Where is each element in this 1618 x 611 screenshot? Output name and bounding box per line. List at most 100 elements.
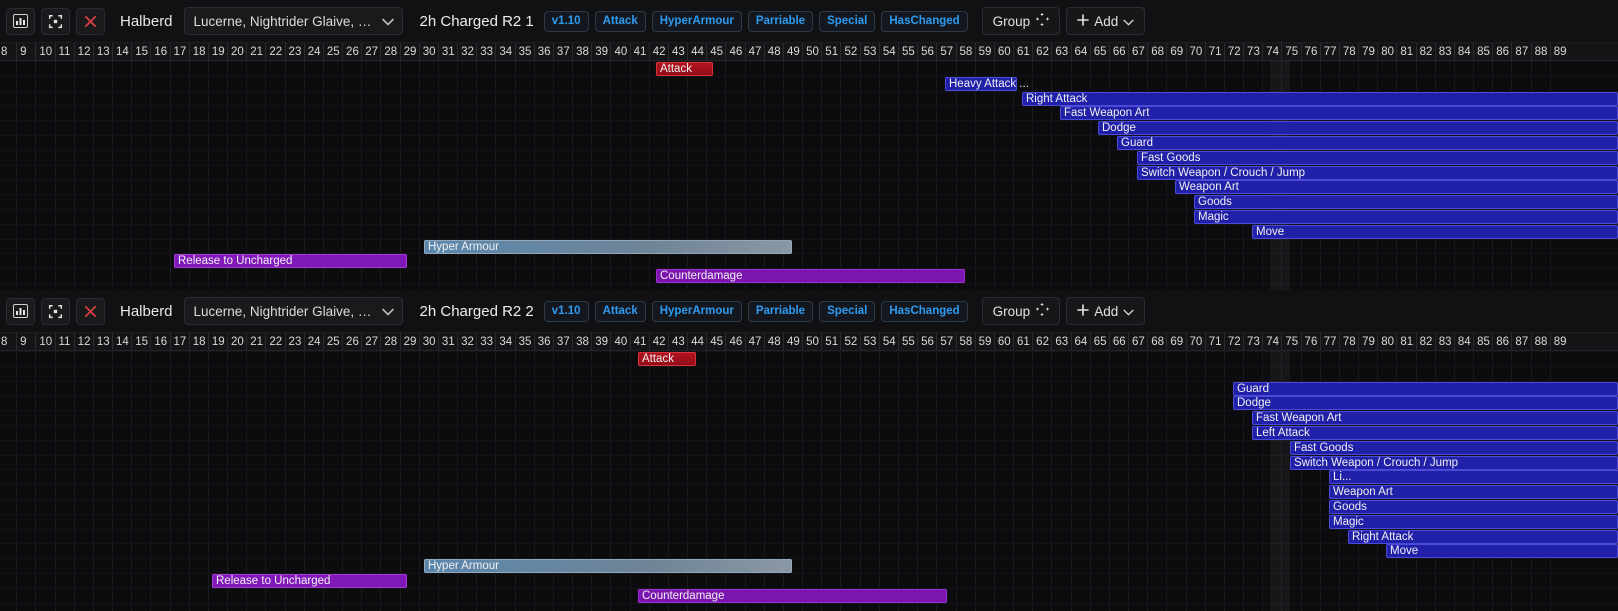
- timeline-bar[interactable]: Weapon Art: [1175, 180, 1618, 195]
- tag-special[interactable]: Special: [819, 10, 876, 32]
- timeline-bar[interactable]: Move: [1386, 544, 1618, 559]
- group-button[interactable]: Group: [981, 7, 1061, 35]
- timeline-bar[interactable]: Attack: [656, 62, 713, 76]
- timeline-bar[interactable]: Switch Weapon / Crouch / Jump: [1137, 165, 1618, 180]
- ruler-tick: 59: [974, 43, 991, 60]
- ruler-tick: 38: [572, 333, 589, 350]
- weapon-select[interactable]: Lucerne, Nightrider Glaive, Gold...: [183, 297, 403, 325]
- timeline-bar[interactable]: Dodge: [1233, 396, 1618, 411]
- tag-haschanged[interactable]: HasChanged: [881, 300, 968, 322]
- timeline-bar-label: Weapon Art: [1333, 486, 1393, 499]
- tag-version[interactable]: v1.10: [543, 10, 589, 32]
- ruler-tick: 33: [476, 333, 493, 350]
- timeline-bar[interactable]: Attack: [638, 352, 696, 366]
- tag-hyperarmour[interactable]: HyperArmour: [651, 300, 742, 322]
- tag-parriable[interactable]: Parriable: [747, 10, 814, 32]
- timeline-bar-label: Fast Goods: [1294, 441, 1354, 454]
- grid-line: [936, 61, 938, 290]
- timeline-bar[interactable]: Weapon Art: [1329, 485, 1618, 500]
- ruler-tick: 72: [1223, 43, 1241, 60]
- ruler-tick: 53: [859, 333, 876, 350]
- timeline-bar[interactable]: Dodge: [1098, 121, 1618, 136]
- timeline-bar-label: Guard: [1237, 382, 1269, 395]
- timeline-bar[interactable]: Release to Uncharged: [174, 254, 407, 269]
- panel-2-tracks[interactable]: Attack Guard Dodge Fast Weapon Art Left Atta…: [0, 351, 1618, 611]
- chart-icon-button[interactable]: [6, 7, 35, 35]
- timeline-bar[interactable]: Magic: [1194, 210, 1618, 224]
- ruler-tick: 87: [1511, 43, 1528, 60]
- timeline-bar[interactable]: Fast Goods: [1290, 440, 1618, 455]
- group-button-label: Group: [992, 13, 1031, 29]
- grid-line: [936, 351, 938, 611]
- group-button[interactable]: Group: [981, 297, 1061, 325]
- weapon-select[interactable]: Lucerne, Nightrider Glaive, Gold...: [183, 7, 403, 35]
- collapse-icon-button[interactable]: [41, 297, 70, 325]
- tag-haschanged[interactable]: HasChanged: [881, 10, 968, 32]
- ruler-tick: 76: [1300, 333, 1317, 350]
- ruler-tick: 9: [16, 43, 27, 60]
- ruler-tick: 88: [1530, 43, 1547, 60]
- grid-line: [207, 351, 209, 611]
- close-icon: [84, 305, 97, 317]
- grid-line: [917, 351, 919, 611]
- timeline-bar[interactable]: Fast Weapon Art: [1060, 106, 1618, 121]
- timeline-bar[interactable]: Heavy Attack ...: [945, 76, 1029, 91]
- ruler-tick: 71: [1204, 43, 1222, 60]
- panel-2-ruler[interactable]: 8 9 10 11 12 13 14 15 16 17 18 19 20 21 22 23 24 25 26 27 28…: [0, 333, 1618, 351]
- timeline-bar[interactable]: Goods: [1194, 195, 1618, 210]
- ruler-tick: 53: [859, 43, 876, 60]
- chart-icon-button[interactable]: [6, 297, 35, 325]
- timeline-bar[interactable]: Goods: [1329, 500, 1618, 514]
- grid-line: [993, 351, 995, 611]
- add-button[interactable]: Add: [1066, 297, 1146, 325]
- add-button[interactable]: Add: [1066, 7, 1146, 35]
- grid-line: [591, 61, 593, 290]
- panel-1-tracks[interactable]: Attack Heavy Attack ... Right Attack Fast W…: [0, 61, 1618, 290]
- timeline-bar[interactable]: Fast Goods: [1137, 150, 1618, 165]
- frame-panel-1: Halberd Lucerne, Nightrider Glaive, Gold…: [0, 0, 1618, 290]
- ruler-tick: 88: [1530, 333, 1547, 350]
- timeline-bar[interactable]: Guard: [1233, 381, 1618, 396]
- ruler-tick: 71: [1204, 333, 1222, 350]
- close-button[interactable]: [76, 7, 105, 35]
- grid-line: [802, 351, 804, 611]
- move-name-label: 2h Charged R2 2: [419, 302, 534, 320]
- plus-icon: [1077, 303, 1090, 319]
- tag-attack[interactable]: Attack: [594, 300, 646, 322]
- timeline-bar[interactable]: Left Attack: [1252, 426, 1618, 440]
- tag-hyperarmour[interactable]: HyperArmour: [651, 10, 742, 32]
- tag-version[interactable]: v1.10: [543, 300, 589, 322]
- grid-line: [303, 351, 305, 611]
- tag-attack[interactable]: Attack: [594, 10, 646, 32]
- tag-special[interactable]: Special: [819, 300, 876, 322]
- timeline-bar[interactable]: Switch Weapon / Crouch / Jump: [1290, 455, 1618, 470]
- timeline-bar[interactable]: Hyper Armour: [424, 239, 792, 254]
- ruler-tick: 51: [821, 43, 838, 60]
- timeline-bar[interactable]: Hyper Armour: [424, 559, 792, 574]
- timeline-bar[interactable]: Guard: [1117, 136, 1618, 150]
- timeline-bar[interactable]: Fast Weapon Art: [1252, 411, 1618, 426]
- timeline-bar[interactable]: Release to Uncharged: [212, 574, 407, 588]
- timeline-bar-label: Li...: [1333, 471, 1352, 484]
- grid-line: [821, 61, 823, 290]
- timeline-bar-label: Dodge: [1237, 397, 1271, 410]
- timeline-bar[interactable]: Counterdamage: [656, 269, 965, 284]
- timeline-bar[interactable]: Li...: [1329, 470, 1618, 485]
- timeline-bar[interactable]: Right Attack: [1022, 91, 1618, 106]
- ruler-tick: 12: [73, 333, 90, 350]
- grid-line: [1089, 351, 1091, 611]
- ruler-tick: 44: [687, 333, 704, 350]
- close-button[interactable]: [76, 297, 105, 325]
- timeline-bar[interactable]: Move: [1252, 224, 1618, 239]
- collapse-icon-button[interactable]: [41, 7, 70, 35]
- timeline-bar[interactable]: Magic: [1329, 514, 1618, 529]
- timeline-bar-label: Goods: [1198, 196, 1232, 209]
- ruler-tick: 34: [495, 333, 512, 350]
- weapon-select-value: Lucerne, Nightrider Glaive, Gold...: [193, 13, 374, 29]
- timeline-bar-label: Switch Weapon / Crouch / Jump: [1141, 166, 1306, 179]
- timeline-bar[interactable]: Counterdamage: [638, 588, 947, 603]
- panel-1-ruler[interactable]: 8 9 10 11 12 13 14 15 16 17 18 19 20 21 22 23 24 25 26 27 28…: [0, 43, 1618, 61]
- tag-parriable[interactable]: Parriable: [747, 300, 814, 322]
- ruler-tick: 61: [1013, 43, 1030, 60]
- timeline-bar[interactable]: Right Attack: [1348, 529, 1618, 544]
